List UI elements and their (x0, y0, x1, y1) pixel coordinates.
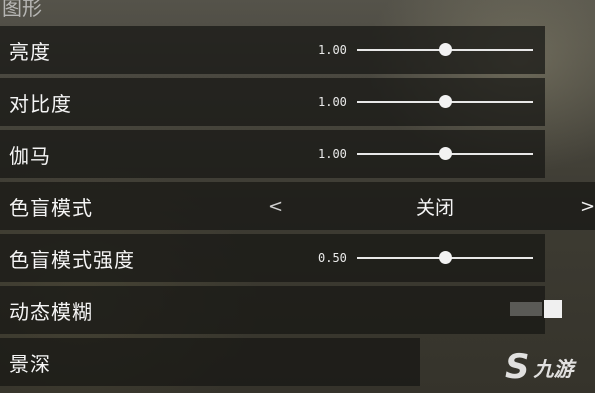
setting-row-depth-of-field[interactable]: 景深 (0, 338, 420, 386)
chevron-right-icon[interactable]: > (580, 196, 595, 217)
setting-value: 1.00 (318, 95, 347, 109)
watermark-logo-icon: S (505, 347, 530, 387)
watermark-text: 九游 (533, 356, 574, 381)
selector-value: 关闭 (415, 196, 454, 219)
setting-label: 景深 (9, 351, 51, 376)
setting-row-colorblind-intensity[interactable]: 色盲模式强度 0.50 (0, 234, 545, 282)
setting-value: 1.00 (318, 43, 347, 57)
setting-value: 1.00 (318, 147, 347, 161)
setting-label: 动态模糊 (9, 299, 93, 324)
setting-row-contrast[interactable]: 对比度 1.00 (0, 78, 545, 126)
toggle-track (510, 302, 542, 316)
slider-knob[interactable] (439, 251, 452, 264)
setting-label: 色盲模式强度 (9, 247, 135, 272)
setting-label: 色盲模式 (9, 195, 93, 220)
toggle-thumb (544, 300, 562, 318)
contrast-slider[interactable] (357, 95, 533, 108)
colorblind-intensity-slider[interactable] (357, 251, 533, 264)
slider-knob[interactable] (439, 147, 452, 160)
setting-label: 亮度 (9, 39, 51, 64)
setting-label: 对比度 (9, 91, 72, 116)
setting-row-colorblind-mode[interactable]: 色盲模式 < 关闭 > (0, 182, 595, 230)
motion-blur-toggle[interactable] (510, 294, 562, 322)
setting-row-gamma[interactable]: 伽马 1.00 (0, 130, 545, 178)
slider-knob[interactable] (439, 95, 452, 108)
setting-row-brightness[interactable]: 亮度 1.00 (0, 26, 545, 74)
site-watermark: S 九游 (505, 345, 595, 389)
slider-knob[interactable] (439, 43, 452, 56)
section-title: 图形 (2, 0, 42, 20)
brightness-slider[interactable] (357, 43, 533, 56)
setting-row-motion-blur[interactable]: 动态模糊 (0, 286, 562, 334)
setting-value: 0.50 (318, 251, 347, 265)
setting-label: 伽马 (9, 143, 51, 168)
gamma-slider[interactable] (357, 147, 533, 160)
chevron-left-icon[interactable]: < (268, 196, 283, 217)
